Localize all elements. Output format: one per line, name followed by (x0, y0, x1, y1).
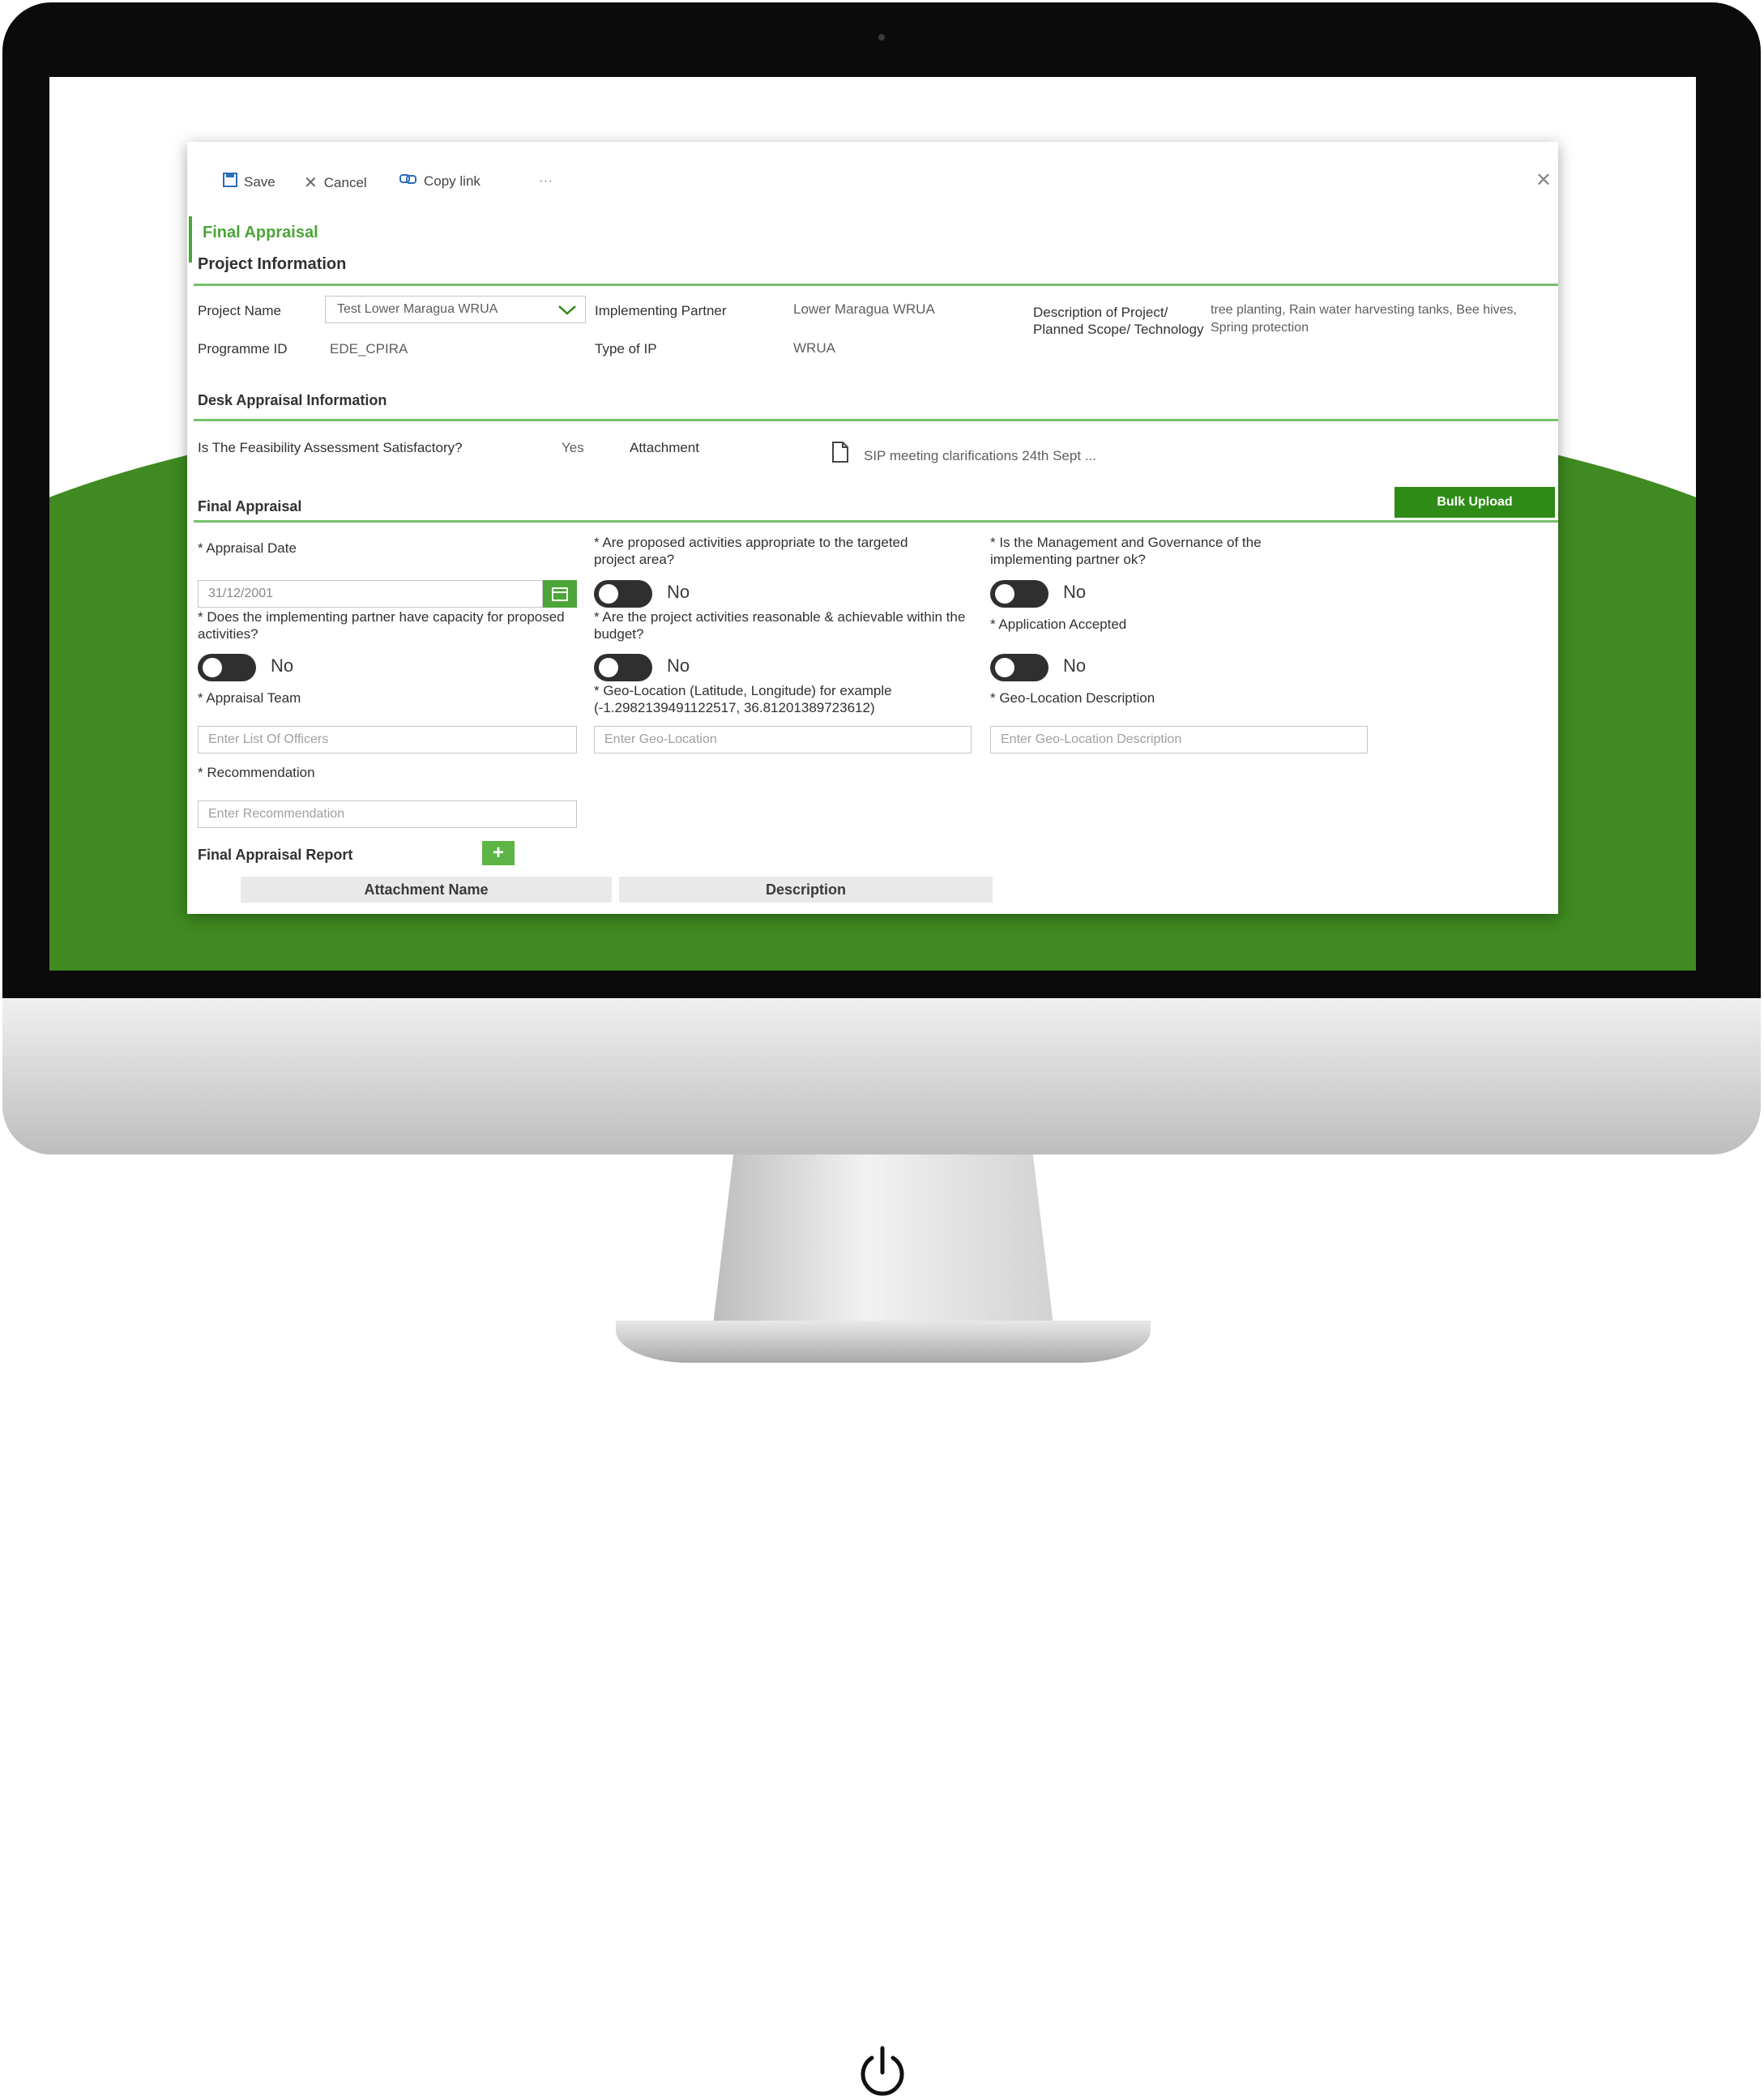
reasonable-question: * Are the project activities reasonable … (594, 609, 966, 642)
divider (194, 419, 1558, 421)
cancel-button[interactable]: ✕ Cancel (304, 173, 367, 193)
date-picker-button[interactable] (543, 580, 577, 608)
monitor-chin (2, 998, 1761, 2096)
appraisal-date-input[interactable]: 31/12/2001 (198, 580, 543, 608)
document-icon (832, 442, 848, 463)
capacity-toggle[interactable] (198, 654, 256, 681)
divider (194, 284, 1558, 286)
appraisal-team-input[interactable]: Enter List Of Officers (198, 726, 577, 753)
screen: Save ✕ Cancel Copy link ··· ✕ Final Appr… (49, 77, 1696, 971)
calendar-icon (552, 587, 568, 601)
cancel-icon: ✕ (304, 174, 318, 192)
programme-id-value: EDE_CPIRA (330, 341, 408, 356)
copy-link-icon (399, 173, 417, 190)
appraisal-date-label: * Appraisal Date (198, 540, 297, 556)
power-icon (861, 2046, 904, 2096)
reasonable-toggle[interactable] (594, 654, 652, 681)
application-accepted-toggle[interactable] (990, 654, 1049, 681)
feasibility-label: Is The Feasibility Assessment Satisfacto… (198, 440, 463, 455)
management-ok-value: No (1063, 582, 1087, 602)
save-icon (223, 173, 237, 192)
geo-location-description-input[interactable]: Enter Geo-Location Description (990, 726, 1368, 753)
capacity-question: * Does the implementing partner have cap… (198, 609, 565, 642)
copy-link-label: Copy link (424, 173, 481, 189)
form-panel: Save ✕ Cancel Copy link ··· ✕ Final Appr… (187, 142, 1558, 914)
activities-appropriate-question: * Are proposed activities appropriate to… (594, 535, 908, 567)
final-appraisal-header: Final Appraisal (198, 498, 302, 514)
description-value: tree planting, Rain water harvesting tan… (1211, 303, 1517, 335)
add-report-button[interactable]: + (482, 841, 515, 865)
form-title: Final Appraisal (203, 224, 318, 241)
capacity-value: No (271, 655, 294, 676)
cancel-label: Cancel (323, 174, 367, 190)
feasibility-value: Yes (562, 440, 584, 455)
title-accent-bar (189, 216, 192, 262)
attachment-file-link[interactable]: SIP meeting clarifications 24th Sept ... (864, 448, 1096, 464)
implementing-partner-value: Lower Maragua WRUA (793, 301, 935, 317)
project-name-value: Test Lower Maragua WRUA (337, 302, 498, 316)
save-button[interactable]: Save (223, 173, 275, 192)
chevron-down-icon (558, 305, 576, 315)
geo-location-description-label: * Geo-Location Description (990, 690, 1155, 706)
attachment-label: Attachment (630, 440, 699, 455)
final-appraisal-report-label: Final Appraisal Report (198, 847, 353, 863)
save-label: Save (244, 174, 275, 190)
recommendation-input[interactable]: Enter Recommendation (198, 800, 577, 828)
table-header-description: Description (619, 877, 993, 903)
type-of-ip-value: WRUA (793, 340, 835, 356)
appraisal-team-label: * Appraisal Team (198, 690, 301, 706)
project-information-header: Project Information (198, 255, 347, 273)
geo-location-label: * Geo-Location (Latitude, Longitude) for… (594, 683, 892, 715)
activities-appropriate-toggle[interactable] (594, 580, 652, 608)
type-of-ip-label: Type of IP (595, 341, 657, 356)
divider (194, 520, 1558, 523)
geo-location-input[interactable]: Enter Geo-Location (594, 726, 972, 753)
management-ok-toggle[interactable] (990, 580, 1049, 608)
reasonable-value: No (667, 655, 690, 676)
implementing-partner-label: Implementing Partner (595, 303, 727, 318)
monitor-stand-foot (616, 1321, 1151, 1363)
camera-icon (878, 34, 885, 41)
table-header-attachment-name: Attachment Name (241, 877, 612, 903)
bulk-upload-button[interactable]: Bulk Upload (1395, 487, 1555, 518)
application-accepted-value: No (1063, 655, 1087, 676)
management-ok-question: * Is the Management and Governance of th… (990, 535, 1262, 567)
description-label: Description of Project/ Planned Scope/ T… (1033, 305, 1204, 337)
project-name-dropdown[interactable]: Test Lower Maragua WRUA (325, 296, 586, 323)
activities-appropriate-value: No (667, 582, 690, 602)
application-accepted-question: * Application Accepted (990, 617, 1127, 632)
desk-appraisal-header: Desk Appraisal Information (198, 392, 387, 408)
more-icon[interactable]: ··· (539, 173, 553, 189)
close-icon[interactable]: ✕ (1535, 169, 1552, 192)
copy-link-button[interactable]: Copy link (399, 173, 481, 190)
recommendation-label: * Recommendation (198, 765, 315, 780)
project-name-label: Project Name (198, 303, 281, 318)
programme-id-label: Programme ID (198, 341, 288, 356)
monitor-stand-neck (713, 1155, 1053, 1325)
